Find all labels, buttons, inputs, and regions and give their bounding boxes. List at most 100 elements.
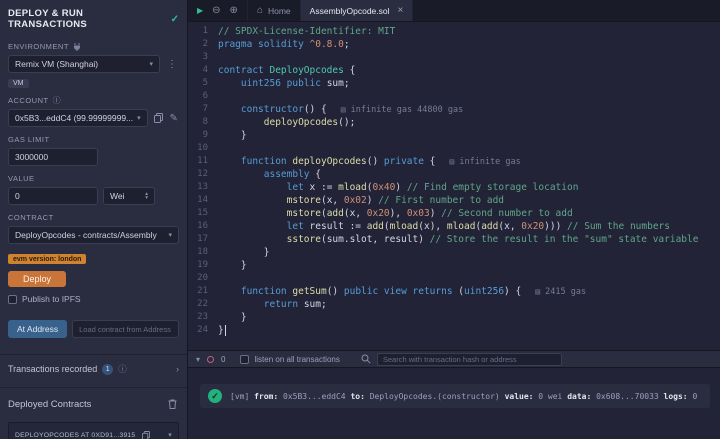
environment-select[interactable]: Remix VM (Shanghai) ▾ [8,55,160,73]
code-token [218,156,241,167]
line-number[interactable]: 3 [188,51,218,64]
code-line[interactable]: 3 [188,51,720,64]
zoom-out-icon[interactable]: ⊖ [212,5,220,16]
code-token: ), [390,208,407,219]
chevron-right-icon[interactable]: › [176,364,179,374]
transactions-info-icon[interactable]: ⓘ [118,363,127,375]
line-number[interactable]: 23 [188,311,218,324]
clear-instances-trash-icon[interactable] [165,396,179,412]
transaction-log-row[interactable]: ✓ [vm] from: 0x5B3...eddC4 to: DeployOpc… [200,384,710,408]
code-line[interactable]: 18 } [188,246,720,259]
code-line[interactable]: 14 mstore(x, 0x02) // First number to ad… [188,194,720,207]
deployed-contracts-title: Deployed Contracts [8,399,91,410]
zoom-in-icon[interactable]: ⊕ [230,5,238,16]
value-unit-select[interactable]: Wei ▴ ▾ [103,187,155,205]
tab-home[interactable]: ⌂ Home [248,0,301,21]
line-number[interactable]: 7 [188,103,218,116]
code-line[interactable]: 15 mstore(add(x, 0x20), 0x03) // Second … [188,207,720,220]
line-number[interactable]: 19 [188,259,218,272]
terminal-search-input[interactable] [377,353,562,366]
copy-address-icon[interactable] [141,427,151,439]
close-icon[interactable]: × [398,5,404,16]
line-number[interactable]: 5 [188,77,218,90]
code-line[interactable]: 10 [188,142,720,155]
line-number[interactable]: 15 [188,207,218,220]
line-number[interactable]: 4 [188,64,218,77]
code-line[interactable]: 24} [188,324,720,337]
line-number[interactable]: 8 [188,116,218,129]
line-number[interactable]: 1 [188,25,218,38]
edit-account-icon[interactable]: ✎ [168,110,179,126]
evm-version-badge: evm version: london [8,254,86,264]
code-line[interactable]: 21 function getSum() public view returns… [188,285,720,298]
deployed-contract-instance[interactable]: DEPLOYOPCODES AT 0XD91...3915 ▾ [8,422,179,439]
line-number[interactable]: 21 [188,285,218,298]
value-input[interactable] [8,187,98,205]
copy-account-icon[interactable] [153,110,164,126]
gas-estimate-text: infinite gas [454,157,521,167]
publish-ipfs-row: Publish to IPFS [8,294,179,304]
line-number[interactable]: 16 [188,220,218,233]
chevron-down-icon[interactable]: ▾ [168,431,172,439]
code-line[interactable]: 16 let result := add(mload(x), mload(add… [188,220,720,233]
code-line[interactable]: 9 } [188,129,720,142]
terminal-body[interactable]: ✓ [vm] from: 0x5B3...eddC4 to: DeployOpc… [188,368,720,439]
line-number[interactable]: 14 [188,194,218,207]
at-address-input[interactable] [72,320,179,338]
line-number[interactable]: 22 [188,298,218,311]
code-line[interactable]: 8 deployOpcodes(); [188,116,720,129]
line-number[interactable]: 9 [188,129,218,142]
code-token [218,169,264,180]
code-line[interactable]: 17 sstore(sum.slot, result) // Store the… [188,233,720,246]
line-number[interactable]: 11 [188,155,218,168]
publish-ipfs-checkbox[interactable] [8,295,17,304]
deploy-button[interactable]: Deploy [8,271,66,287]
transactions-recorded-row[interactable]: Transactions recorded 1 ⓘ › [8,363,179,375]
environment-options-icon[interactable]: ⋮ [165,56,179,72]
line-number[interactable]: 2 [188,38,218,51]
transactions-recorded-label: Transactions recorded [8,364,97,374]
line-number[interactable]: 13 [188,181,218,194]
code-line[interactable]: 1// SPDX-License-Identifier: MIT [188,25,720,38]
account-info-icon[interactable]: ⓘ [53,97,62,105]
play-icon[interactable]: ▶ [197,6,203,15]
tab-assemblyopcode[interactable]: AssemblyOpcode.sol × [301,0,414,21]
gas-estimate: ▤ infinite gas [449,157,520,167]
line-number[interactable]: 17 [188,233,218,246]
code-line[interactable]: 6 [188,90,720,103]
code-editor[interactable]: 1// SPDX-License-Identifier: MIT2pragma … [188,22,720,350]
terminal-toggle-chevron-icon[interactable]: ▾ [196,355,200,364]
listen-all-transactions-checkbox[interactable] [240,355,249,364]
line-number[interactable]: 12 [188,168,218,181]
code-line[interactable]: 5 uint256 public sum; [188,77,720,90]
code-line[interactable]: 11 function deployOpcodes() private {▤ i… [188,155,720,168]
line-number[interactable]: 10 [188,142,218,155]
terminal-bar: ▾ 0 listen on all transactions [188,350,720,368]
contract-select[interactable]: DeployOpcodes - contracts/Assembly ▾ [8,226,179,244]
code-line[interactable]: 7 constructor() {▤ infinite gas 44800 ga… [188,103,720,116]
tx-success-check-icon: ✓ [208,389,222,403]
code-line[interactable]: 13 let x := mload(0x40) // Find empty st… [188,181,720,194]
environment-plug-icon[interactable] [73,43,81,51]
code-line[interactable]: 12 assembly { [188,168,720,181]
log-segment: logs: [664,392,693,401]
code-line[interactable]: 23 } [188,311,720,324]
line-number[interactable]: 6 [188,90,218,103]
code-line[interactable]: 22 return sum; [188,298,720,311]
tab-home-label: Home [268,6,291,16]
code-line[interactable]: 2pragma solidity ^0.8.0; [188,38,720,51]
code-line[interactable]: 4contract DeployOpcodes { [188,64,720,77]
code-line[interactable]: 20 [188,272,720,285]
code-token: sum; [327,78,350,89]
code-text: function getSum() public view returns (u… [218,285,586,298]
account-select[interactable]: 0x5B3...eddC4 (99.99999999... ▾ [8,109,148,127]
transactions-recorded-section[interactable]: Transactions recorded 1 ⓘ › [0,354,187,375]
code-line[interactable]: 19 } [188,259,720,272]
at-address-button[interactable]: At Address [8,320,67,338]
code-token [218,182,287,193]
code-token: let [287,221,310,232]
gas-limit-input[interactable] [8,148,98,166]
line-number[interactable]: 18 [188,246,218,259]
line-number[interactable]: 24 [188,324,218,337]
line-number[interactable]: 20 [188,272,218,285]
